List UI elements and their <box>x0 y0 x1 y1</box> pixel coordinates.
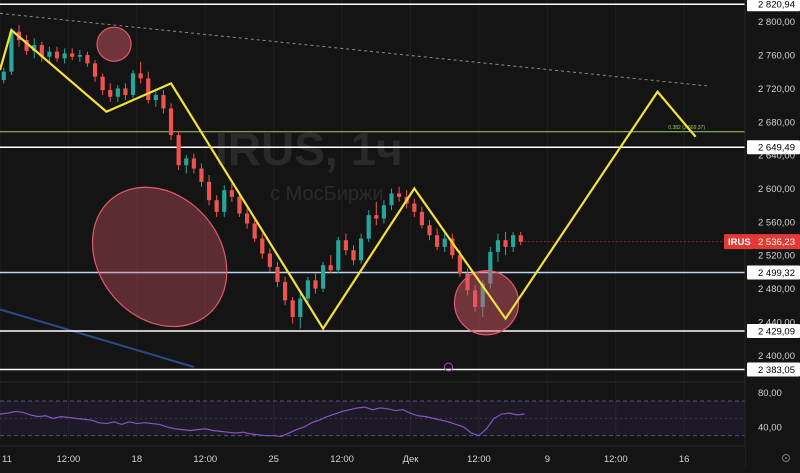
candle-body <box>168 108 174 136</box>
candle-body <box>442 238 447 247</box>
watermark-exchange: с МосБиржи <box>270 183 384 205</box>
candle-body <box>1 71 6 81</box>
highlight-circle[interactable] <box>96 26 132 62</box>
highlight-circle[interactable] <box>453 270 520 336</box>
candle-body <box>260 238 265 254</box>
candle-body <box>511 235 516 247</box>
price-tick-label: 2 480,00 <box>758 284 795 295</box>
chart-workspace[interactable]: IRUS, 1ч с МосБиржи 0,382 (2 669,37) 2 8… <box>0 0 800 468</box>
candle-body <box>130 73 136 96</box>
candle-body <box>457 255 463 274</box>
candle-body <box>267 253 272 267</box>
time-tick-label: 12:00 <box>57 454 81 465</box>
candle-body <box>320 265 326 289</box>
time-tick-label: 18 <box>132 454 143 465</box>
candle-body <box>92 63 98 77</box>
candle-body <box>381 205 386 219</box>
candle-body <box>328 265 333 271</box>
time-tick-label: 12:00 <box>604 454 628 465</box>
candle-body <box>336 240 341 271</box>
time-axis[interactable]: 11 12:00 18 12:00 25 12:00 Дек 12:00 9 12:00 16 <box>0 445 745 468</box>
candle-body <box>100 76 105 91</box>
candle-body <box>495 240 501 252</box>
candle-body <box>191 158 196 169</box>
price-tick-label: 2 760,00 <box>758 51 795 62</box>
candle-body <box>419 211 425 226</box>
watermark-symbol: IRUS, 1ч <box>215 123 403 175</box>
candle-body <box>298 298 303 317</box>
candlesticks <box>1 25 523 329</box>
candle-body <box>54 51 60 59</box>
candle-body <box>252 223 257 239</box>
current-price-label: 2 536,23 <box>758 237 795 248</box>
price-tick-label: 2 680,00 <box>758 117 795 128</box>
time-tick-label: 12:00 <box>330 454 354 465</box>
candle-body <box>343 240 348 251</box>
time-tick-label: 11 <box>2 454 12 465</box>
candle-body <box>412 203 417 212</box>
candle-body <box>47 51 52 57</box>
candle-body <box>85 55 90 64</box>
candle-body <box>115 88 120 97</box>
candle-body <box>427 225 432 236</box>
candle-body <box>146 78 151 101</box>
candle-body <box>161 95 166 109</box>
price-line-label: 2 499,32 <box>758 268 795 279</box>
candle-body <box>275 266 280 282</box>
candle-body <box>229 190 234 197</box>
price-tick-label: 2 800,00 <box>758 17 795 28</box>
candle-body <box>108 90 113 97</box>
candle-body <box>176 135 181 166</box>
time-tick-label: Дек <box>403 454 420 465</box>
candle-body <box>366 215 371 239</box>
price-line-label: 2 429,09 <box>758 327 795 338</box>
candle-body <box>374 215 379 219</box>
time-tick-label: 12:00 <box>193 454 217 465</box>
candle-body <box>184 158 189 166</box>
time-tick-label: 12:00 <box>467 454 491 465</box>
time-axis-background <box>0 446 745 468</box>
candle-body <box>503 240 508 247</box>
rsi-tick-label: 80,00 <box>758 388 782 399</box>
candle-body <box>237 196 242 214</box>
highlight-ellipse[interactable] <box>65 160 255 353</box>
price-tick-label: 2 560,00 <box>758 217 795 228</box>
candle-body <box>313 280 318 289</box>
price-chart[interactable]: IRUS, 1ч с МосБиржи 0,382 (2 669,37) 2 8… <box>0 0 800 468</box>
time-tick-label: 16 <box>679 454 690 465</box>
candle-body <box>206 181 212 201</box>
time-tick-label: 9 <box>545 454 550 465</box>
candle-body <box>199 168 204 182</box>
candle-body <box>77 55 82 57</box>
price-tick-label: 2 600,00 <box>758 184 795 195</box>
candle-body <box>123 88 128 96</box>
price-line-label: 2 383,05 <box>758 365 795 376</box>
candle-body <box>153 95 158 101</box>
candle-body <box>435 235 440 247</box>
rsi-pane[interactable] <box>0 381 745 438</box>
price-line-label: 2 820,94 <box>758 0 795 11</box>
price-tick-label: 2 720,00 <box>758 84 795 95</box>
candle-body <box>397 193 402 197</box>
time-tick-label: 25 <box>268 454 279 465</box>
candle-body <box>62 53 67 59</box>
candle-body <box>359 238 364 261</box>
rsi-tick-label: 40,00 <box>758 423 782 434</box>
price-tick-label: 2 400,00 <box>758 351 795 362</box>
candle-body <box>70 53 75 57</box>
candle-body <box>282 281 288 301</box>
price-axis[interactable]: 2 800,002 760,002 720,002 680,002 640,00… <box>724 0 800 468</box>
candle-body <box>305 280 310 299</box>
candle-body <box>138 73 143 79</box>
price-line-label: 2 649,49 <box>758 143 795 154</box>
candle-body <box>290 300 295 317</box>
candle-body <box>244 213 250 224</box>
candle-body <box>214 200 219 212</box>
current-symbol-label: IRUS <box>728 237 751 248</box>
candle-body <box>389 193 394 206</box>
price-tick-label: 2 520,00 <box>758 251 795 262</box>
candle-body <box>351 250 356 261</box>
candle-body <box>518 235 523 242</box>
candle-body <box>222 190 227 212</box>
